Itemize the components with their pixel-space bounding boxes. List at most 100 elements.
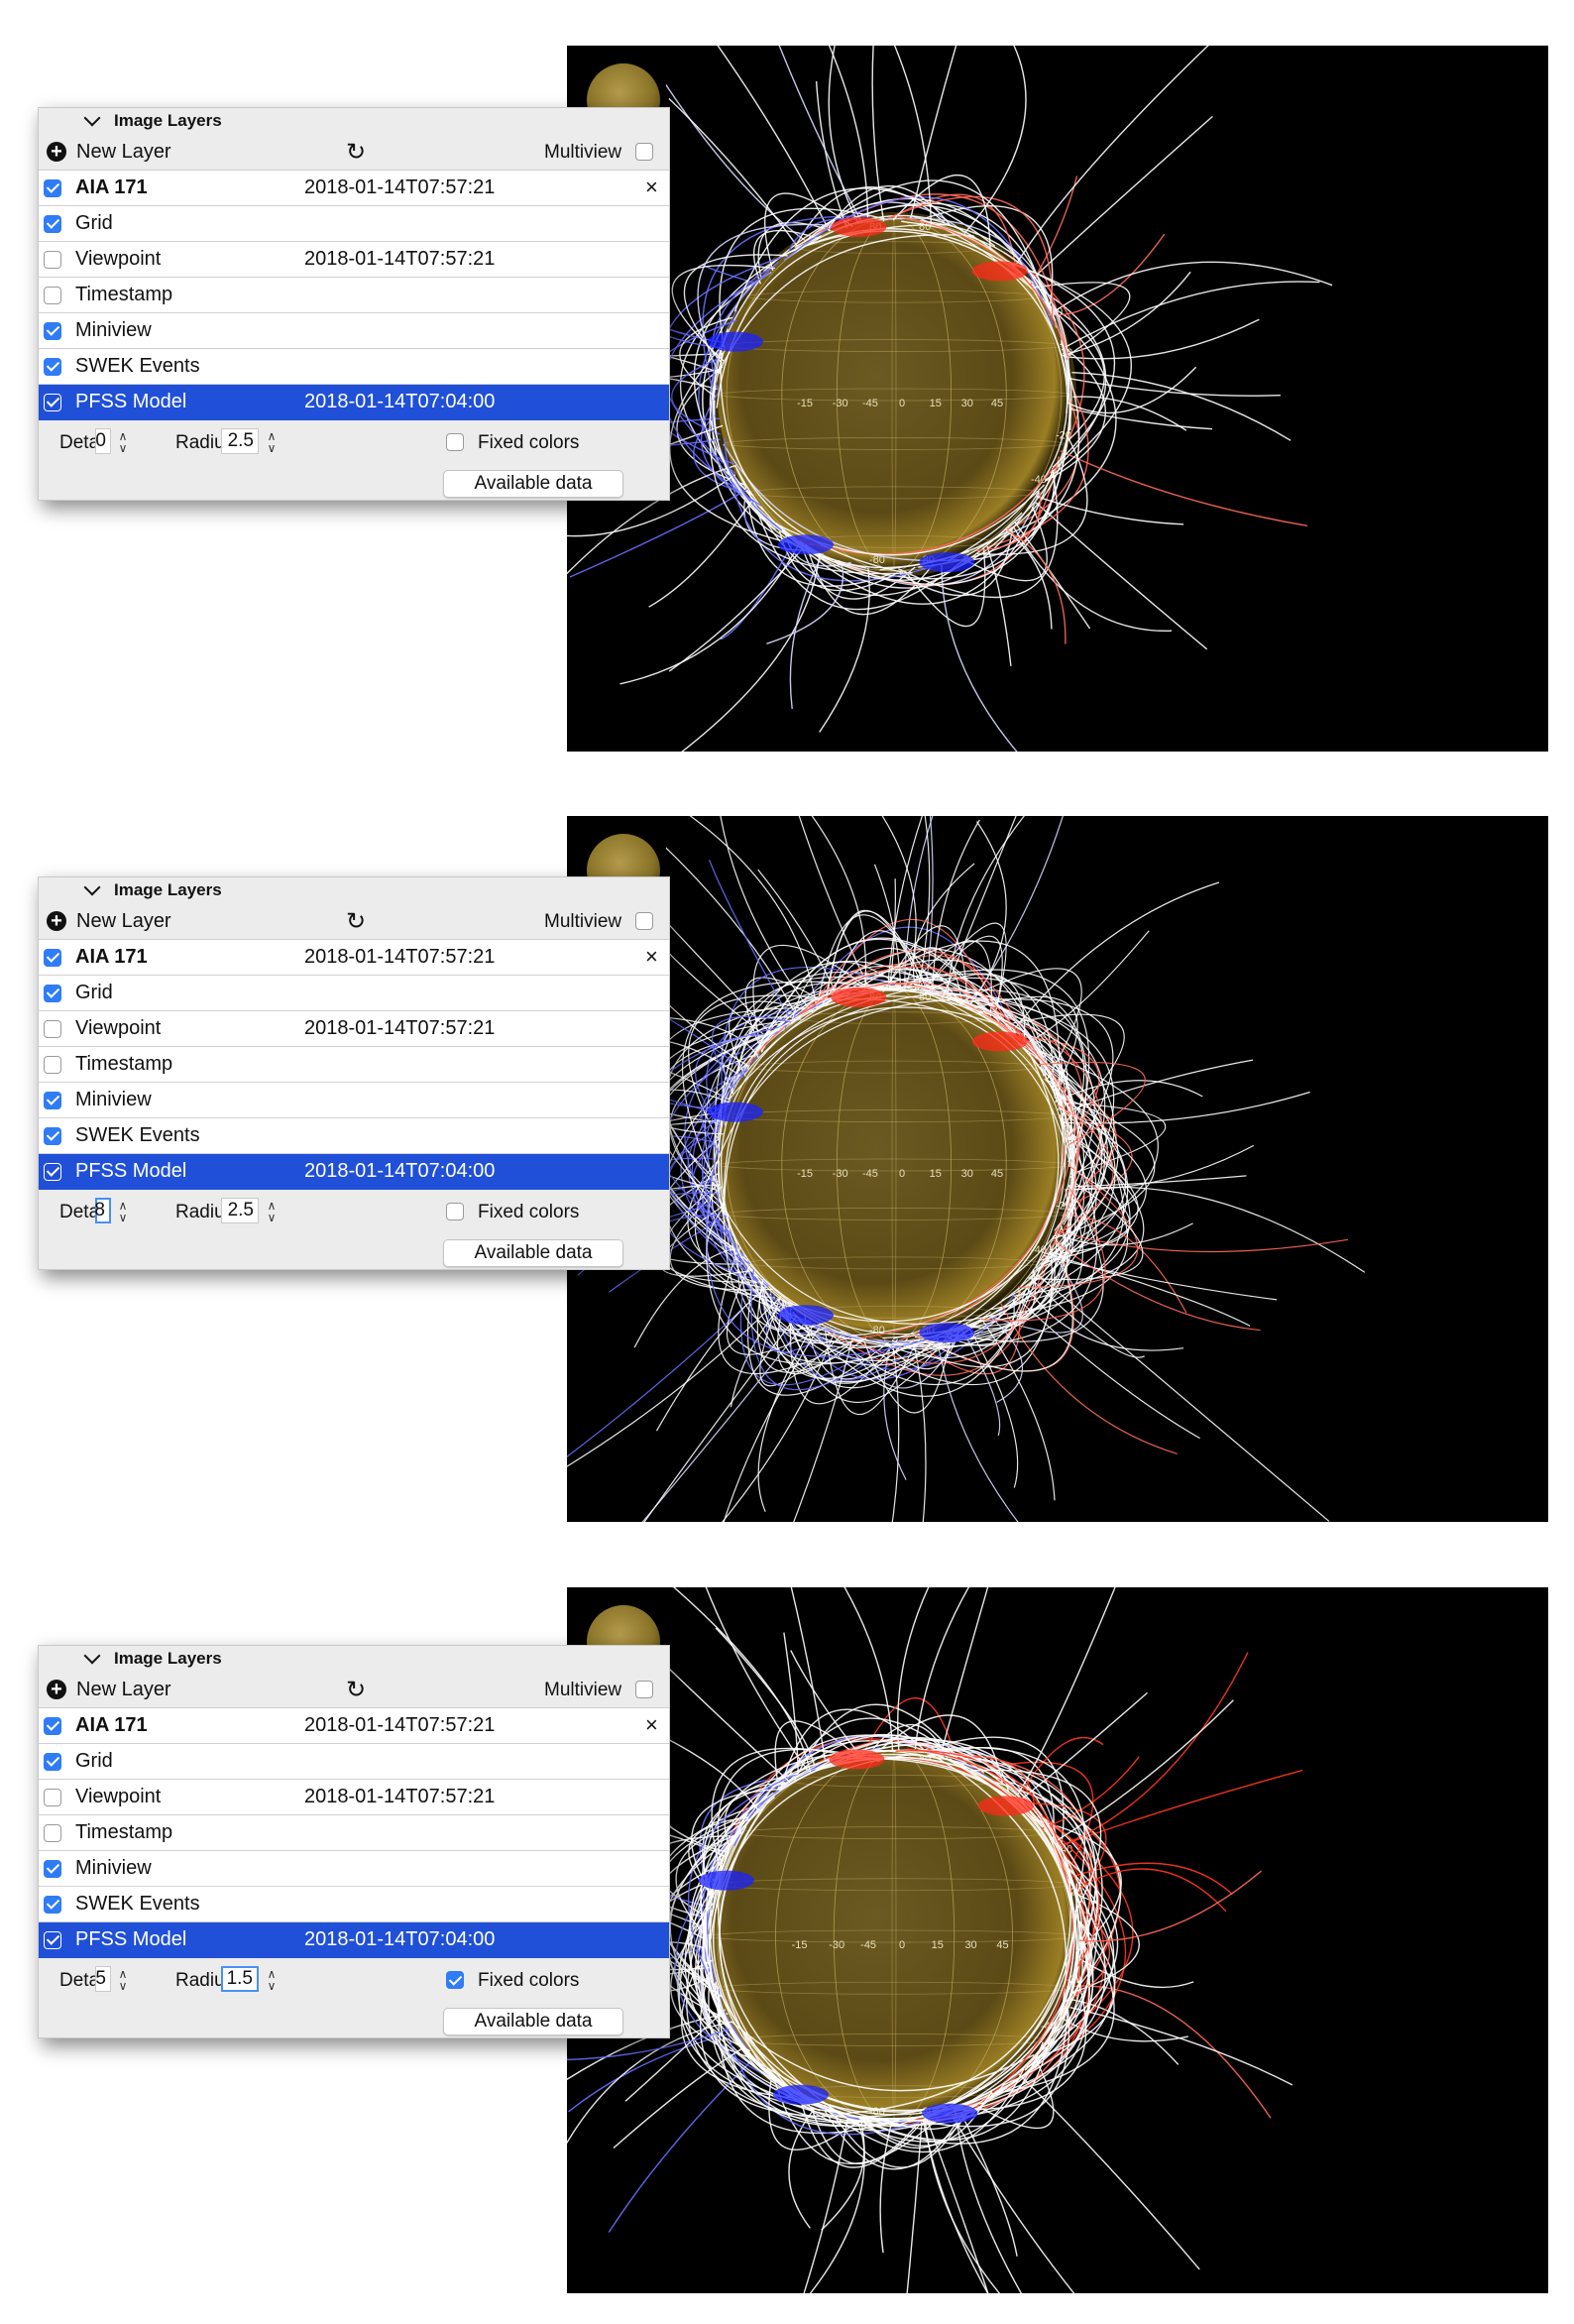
radius-stepper[interactable]: ∧ ∨: [265, 426, 279, 458]
layer-row-viewpoint[interactable]: Viewpoint 2018-01-14T07:57:21: [39, 1011, 669, 1047]
solar-viewport[interactable]: 80804020-15-30-450153045-20-40-80-80: [567, 1587, 1548, 2293]
layers-toolbar: + New Layer ↻ Multiview: [39, 903, 669, 940]
multiview-checkbox[interactable]: [635, 1681, 653, 1698]
layer-visibility-checkbox[interactable]: [44, 214, 61, 233]
layer-row-miniview[interactable]: Miniview: [39, 1851, 669, 1887]
available-data-button[interactable]: Available data: [443, 2008, 623, 2035]
available-data-button[interactable]: Available data: [443, 470, 623, 498]
radius-input[interactable]: 2.5: [221, 1198, 259, 1223]
close-icon[interactable]: ×: [645, 944, 658, 970]
new-layer-button[interactable]: New Layer: [76, 910, 171, 933]
field-line: [655, 1288, 765, 1432]
field-line: [783, 1632, 799, 1773]
chevron-down-icon[interactable]: [83, 1647, 101, 1665]
detail-stepper[interactable]: ∧ ∨: [116, 426, 130, 458]
radius-stepper[interactable]: ∧ ∨: [265, 1964, 279, 1996]
layer-visibility-checkbox[interactable]: [44, 1788, 61, 1806]
layer-visibility-checkbox[interactable]: [44, 1055, 61, 1074]
field-line: [1055, 233, 1166, 316]
layer-row-timestamp[interactable]: Timestamp: [39, 1047, 669, 1083]
panel-header[interactable]: Image Layers: [39, 1646, 669, 1672]
detail-stepper[interactable]: ∧ ∨: [116, 1964, 130, 1996]
radius-input[interactable]: 2.5: [221, 428, 259, 454]
fixed-colors-checkbox[interactable]: [446, 1971, 464, 1989]
chevron-down-icon[interactable]: [83, 109, 101, 127]
layer-visibility-checkbox[interactable]: [44, 286, 61, 304]
detail-input[interactable]: 5: [95, 1966, 111, 1992]
add-layer-icon[interactable]: +: [47, 1680, 66, 1699]
layer-row-aia-171[interactable]: AIA 171 2018-01-14T07:57:21 ×: [39, 940, 669, 976]
close-icon[interactable]: ×: [645, 1712, 658, 1738]
multiview-checkbox[interactable]: [635, 143, 653, 161]
layer-visibility-checkbox[interactable]: [44, 1752, 61, 1771]
layer-visibility-checkbox[interactable]: [44, 178, 61, 197]
layer-visibility-checkbox[interactable]: [44, 357, 61, 376]
layer-visibility-checkbox[interactable]: [44, 1716, 61, 1735]
layer-row-miniview[interactable]: Miniview: [39, 313, 669, 349]
layer-row-grid[interactable]: Grid: [39, 976, 669, 1011]
layer-visibility-checkbox[interactable]: [44, 1859, 61, 1878]
layer-row-pfss-model[interactable]: PFSS Model 2018-01-14T07:04:00: [39, 1154, 669, 1190]
add-layer-icon[interactable]: +: [47, 911, 66, 931]
layer-row-aia-171[interactable]: AIA 171 2018-01-14T07:57:21 ×: [39, 1708, 669, 1744]
field-line: [702, 264, 755, 284]
detail-input[interactable]: 0: [95, 428, 111, 454]
layer-visibility-checkbox[interactable]: [44, 393, 61, 411]
layer-row-timestamp[interactable]: Timestamp: [39, 1815, 669, 1851]
refresh-icon[interactable]: ↻: [346, 907, 366, 936]
fixed-colors-checkbox[interactable]: [446, 1203, 464, 1220]
field-line: [828, 46, 869, 218]
layer-row-grid[interactable]: Grid: [39, 1744, 669, 1780]
layer-visibility-checkbox[interactable]: [44, 1091, 61, 1109]
layer-visibility-checkbox[interactable]: [44, 984, 61, 1002]
panel-header[interactable]: Image Layers: [39, 108, 669, 134]
layer-visibility-checkbox[interactable]: [44, 1019, 61, 1038]
layer-visibility-checkbox[interactable]: [44, 948, 61, 967]
layer-name: Miniview: [75, 1857, 152, 1879]
layer-row-miniview[interactable]: Miniview: [39, 1083, 669, 1118]
pfss-controls: Detail 8 ∧ ∨ Radius 2.5 ∧ ∨ Fixed colors A…: [39, 1190, 669, 1269]
solar-viewport[interactable]: 80804020-15-30-450153045-20-40-80-80: [567, 816, 1548, 1522]
layer-visibility-checkbox[interactable]: [44, 321, 61, 340]
close-icon[interactable]: ×: [645, 174, 658, 200]
layer-row-viewpoint[interactable]: Viewpoint 2018-01-14T07:57:21: [39, 242, 669, 278]
chevron-down-icon[interactable]: [83, 878, 101, 896]
layer-row-grid[interactable]: Grid: [39, 206, 669, 242]
detail-input[interactable]: 8: [94, 1198, 111, 1223]
layer-row-swek-events[interactable]: SWEK Events: [39, 349, 669, 385]
layer-name: Timestamp: [75, 284, 173, 305]
layer-visibility-checkbox[interactable]: [44, 1126, 61, 1145]
multiview-checkbox[interactable]: [635, 912, 653, 930]
layer-row-swek-events[interactable]: SWEK Events: [39, 1887, 669, 1922]
layer-name: Timestamp: [75, 1821, 173, 1843]
layer-visibility-checkbox[interactable]: [44, 1162, 61, 1181]
polarity-region: [707, 331, 763, 352]
layer-row-timestamp[interactable]: Timestamp: [39, 278, 669, 313]
radius-input[interactable]: 1.5: [221, 1966, 259, 1992]
refresh-icon[interactable]: ↻: [346, 138, 366, 167]
solar-viewport[interactable]: 80804020-15-30-450153045-20-40-80-80: [567, 46, 1548, 752]
detail-stepper[interactable]: ∧ ∨: [116, 1196, 130, 1227]
grid-label: -45: [860, 1939, 876, 1951]
layer-row-pfss-model[interactable]: PFSS Model 2018-01-14T07:04:00: [39, 385, 669, 420]
layer-row-swek-events[interactable]: SWEK Events: [39, 1118, 669, 1154]
layer-visibility-checkbox[interactable]: [44, 1930, 61, 1949]
panel-header[interactable]: Image Layers: [39, 877, 669, 903]
new-layer-button[interactable]: New Layer: [76, 141, 171, 164]
fixed-colors-checkbox[interactable]: [446, 433, 464, 451]
field-line: [567, 1283, 769, 1458]
layer-row-viewpoint[interactable]: Viewpoint 2018-01-14T07:57:21: [39, 1780, 669, 1815]
add-layer-icon[interactable]: +: [47, 142, 66, 162]
layer-visibility-checkbox[interactable]: [44, 1823, 61, 1842]
radius-stepper[interactable]: ∧ ∨: [265, 1196, 279, 1227]
field-line: [1018, 2073, 1200, 2270]
field-line: [1048, 261, 1333, 316]
refresh-icon[interactable]: ↻: [346, 1676, 366, 1704]
layers-toolbar: + New Layer ↻ Multiview: [39, 1672, 669, 1708]
layer-visibility-checkbox[interactable]: [44, 1895, 61, 1914]
available-data-button[interactable]: Available data: [443, 1239, 623, 1267]
layer-row-pfss-model[interactable]: PFSS Model 2018-01-14T07:04:00: [39, 1922, 669, 1958]
layer-visibility-checkbox[interactable]: [44, 250, 61, 269]
layer-row-aia-171[interactable]: AIA 171 2018-01-14T07:57:21 ×: [39, 171, 669, 206]
new-layer-button[interactable]: New Layer: [76, 1679, 171, 1701]
